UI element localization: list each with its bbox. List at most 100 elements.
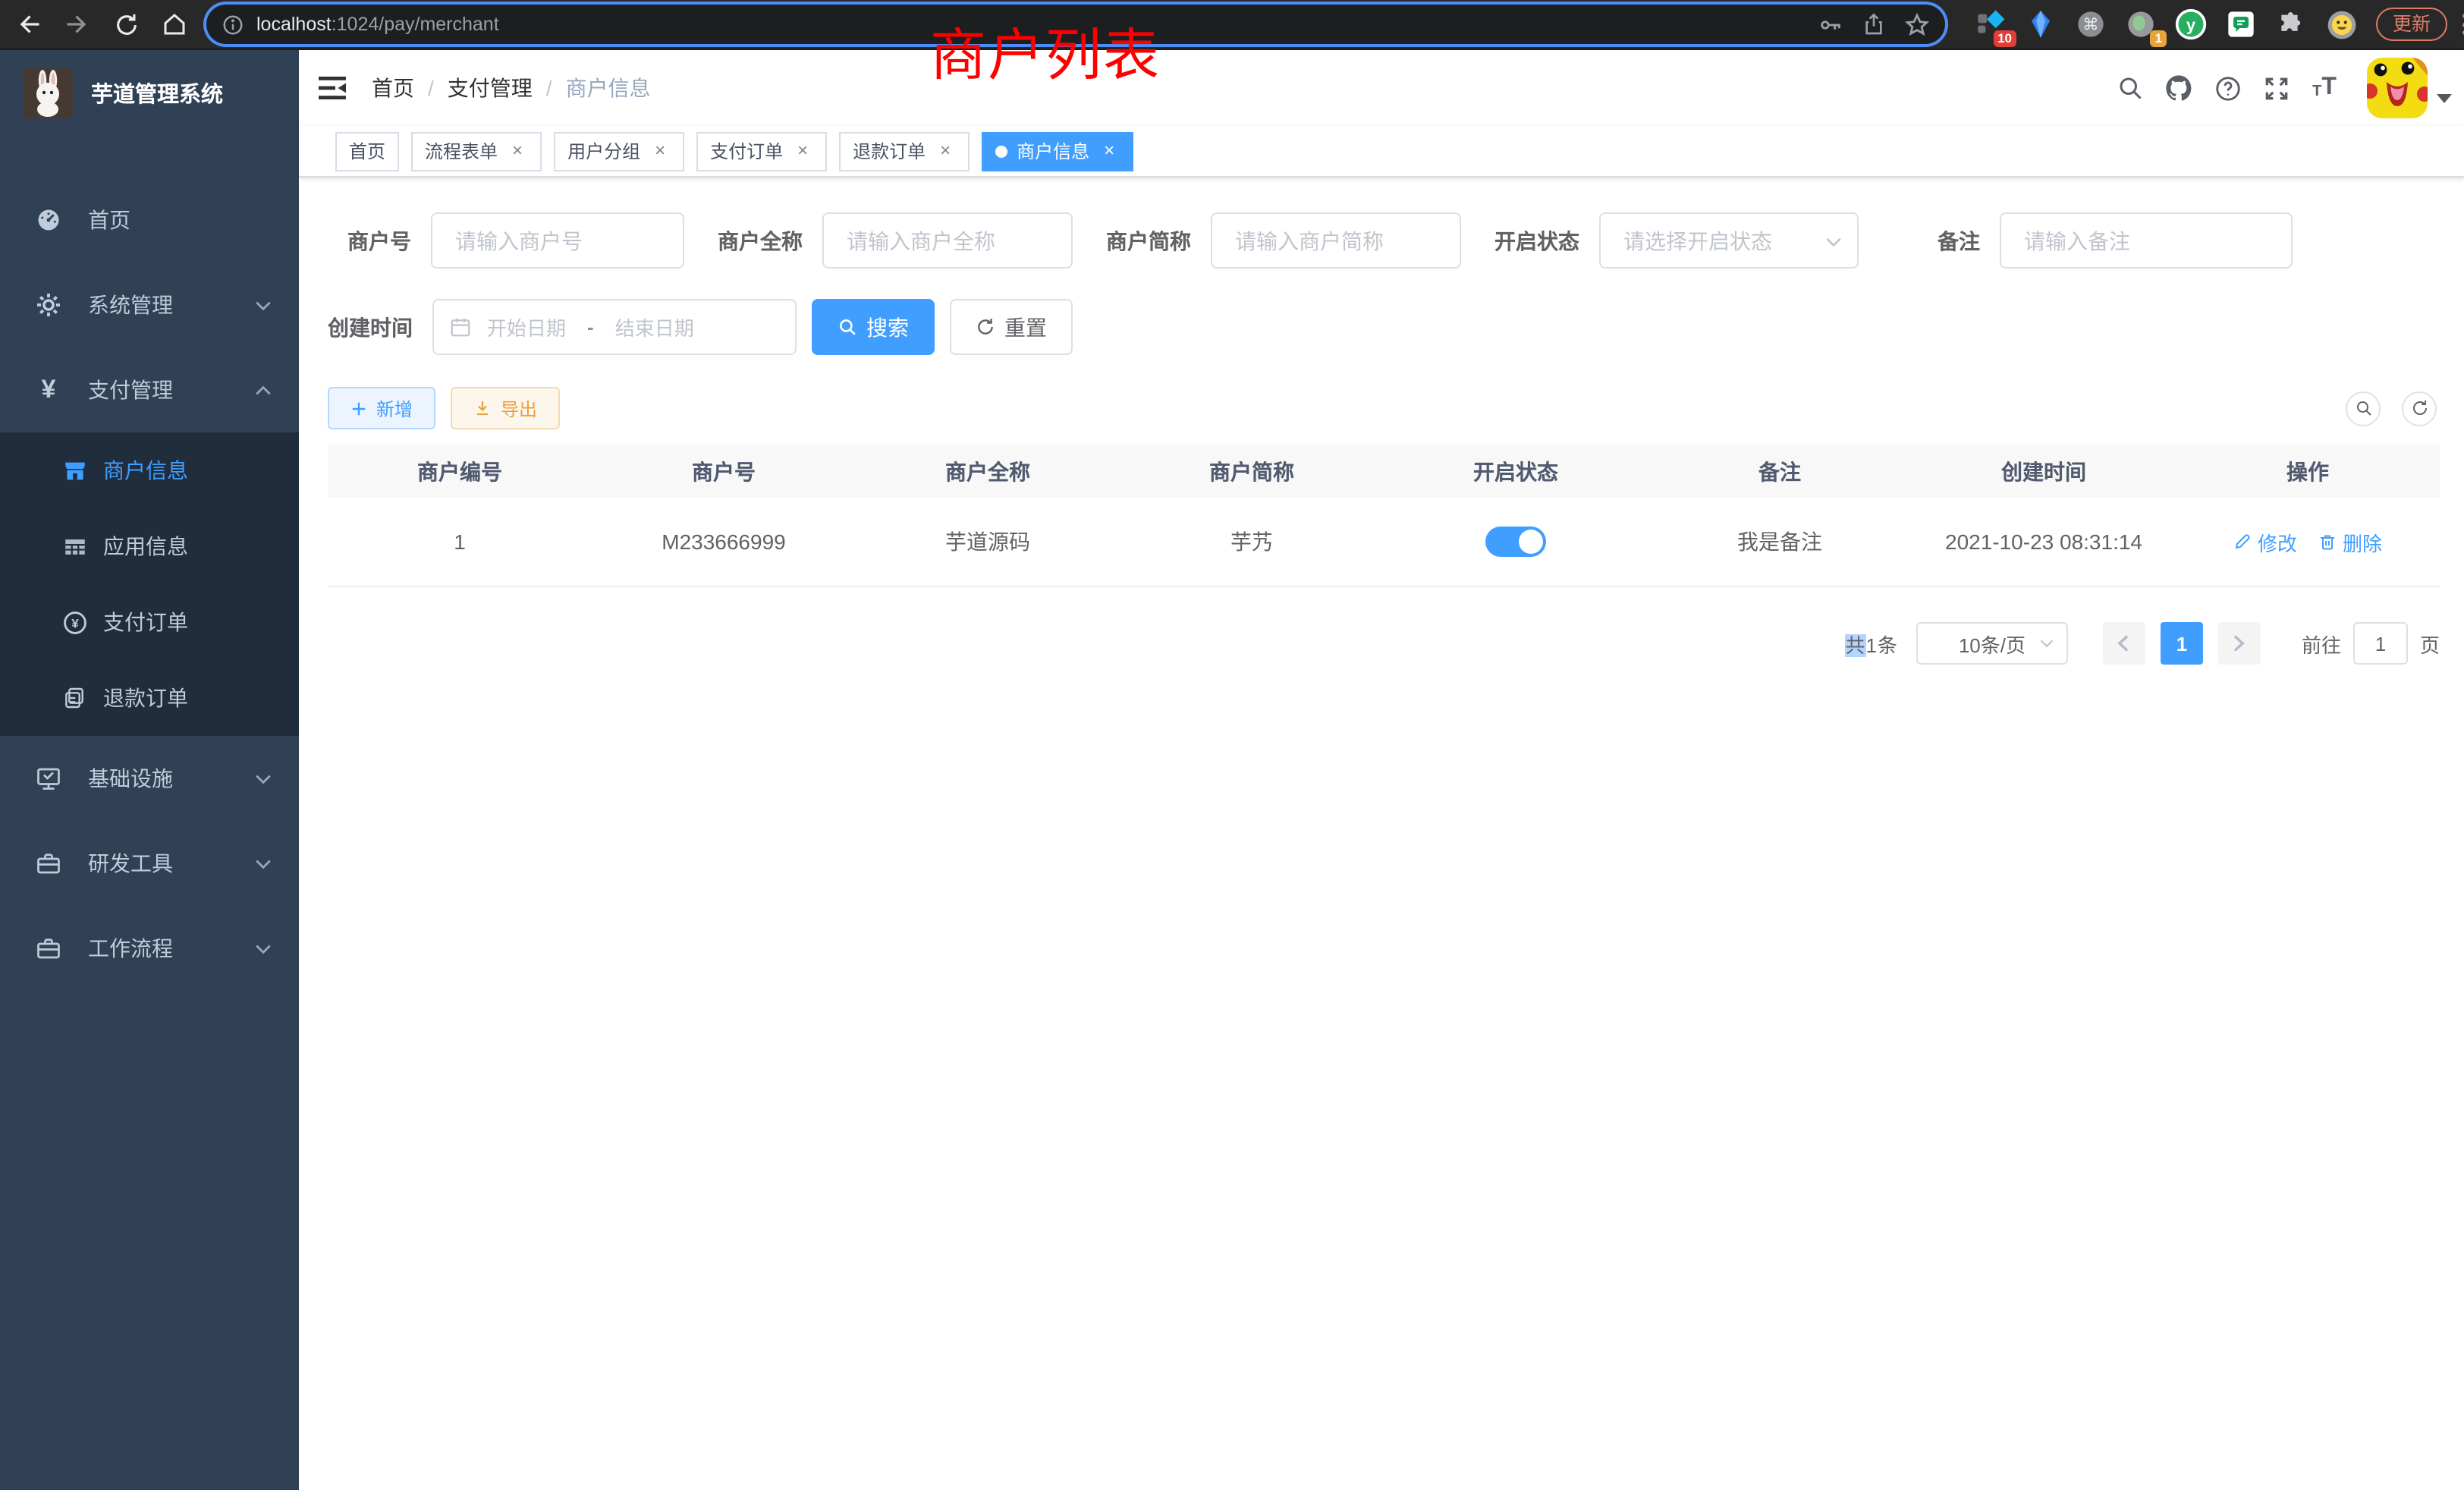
filter-row-2: 创建时间 开始日期 - 结束日期	[328, 299, 2440, 355]
reset-button[interactable]: 重置	[950, 299, 1073, 355]
site-info-icon[interactable]	[222, 13, 244, 36]
status-select[interactable]: 请选择开启状态	[1599, 212, 1859, 269]
create-time-label: 创建时间	[328, 312, 413, 342]
merchant-no-label: 商户号	[328, 225, 411, 256]
breadcrumb-payment[interactable]: 支付管理	[448, 73, 533, 103]
sidebar-item-home[interactable]: 首页	[0, 178, 299, 262]
delete-link[interactable]: 删除	[2318, 527, 2382, 556]
home-icon[interactable]	[155, 5, 194, 44]
close-icon[interactable]: ×	[507, 140, 528, 162]
reload-icon[interactable]	[106, 5, 146, 44]
create-time-range[interactable]: 开始日期 - 结束日期	[432, 299, 797, 355]
annotation-merchant-list: 商户列表	[930, 9, 1161, 91]
merchant-table: 商户编号 商户号 商户全称 商户简称 开启状态 备注 创建时间 操作 1 M23…	[328, 445, 2440, 587]
sidebar-item-label: 支付订单	[103, 607, 188, 637]
extension-sketch-icon[interactable]: 10	[1971, 5, 2010, 44]
close-icon[interactable]: ×	[935, 140, 956, 162]
sidebar-item-payment[interactable]: ¥ 支付管理	[0, 347, 299, 432]
extension-emoji-icon[interactable]	[2321, 5, 2361, 44]
svg-text:⌘: ⌘	[2082, 15, 2099, 34]
tab-home[interactable]: 首页	[335, 131, 399, 171]
cell-merchant-no: M233666999	[592, 498, 856, 586]
refresh-table-button[interactable]	[2402, 391, 2437, 426]
user-avatar[interactable]	[2367, 58, 2428, 118]
payment-submenu: 商户信息 应用信息 ¥ 支付订单	[0, 432, 299, 736]
sidebar-item-infrastructure[interactable]: 基础设施	[0, 736, 299, 821]
table-toolbar: 新增 导出	[328, 387, 2440, 429]
extension-gem-icon[interactable]	[2021, 5, 2060, 44]
active-dot	[995, 145, 1007, 157]
password-key-icon[interactable]	[1818, 11, 1843, 37]
breadcrumb-current: 商户信息	[566, 73, 651, 103]
sidebar-item-app-info[interactable]: 应用信息	[0, 508, 299, 584]
sidebar-item-dev-tools[interactable]: 研发工具	[0, 821, 299, 906]
extension-recorder-icon[interactable]: 1	[2121, 5, 2161, 44]
extension-chat-icon[interactable]	[2221, 5, 2261, 44]
full-name-input[interactable]	[822, 212, 1073, 269]
col-header: 创建时间	[1912, 445, 2176, 498]
remark-label: 备注	[1938, 225, 1980, 256]
extension-y-icon[interactable]: y	[2171, 5, 2211, 44]
tab-pay-order[interactable]: 支付订单×	[696, 131, 827, 171]
toolbox-icon	[30, 850, 67, 877]
close-icon[interactable]: ×	[1098, 140, 1120, 162]
app-logo-row[interactable]: 芋道管理系统	[0, 50, 299, 135]
close-icon[interactable]: ×	[792, 140, 813, 162]
sidebar-item-refund-order[interactable]: 退款订单	[0, 660, 299, 736]
hamburger-icon[interactable]	[299, 50, 363, 126]
cell-create-time: 2021-10-23 08:31:14	[1912, 498, 2176, 586]
font-size-icon[interactable]: TT	[2300, 50, 2349, 126]
tab-user-group[interactable]: 用户分组×	[554, 131, 684, 171]
sidebar-item-merchant-info[interactable]: 商户信息	[0, 432, 299, 508]
hide-search-button[interactable]	[2346, 391, 2381, 426]
close-icon[interactable]: ×	[649, 140, 671, 162]
navbar-actions: TT	[2106, 50, 2452, 126]
search-button[interactable]: 搜索	[812, 299, 935, 355]
cell-status	[1384, 498, 1648, 586]
sidebar-item-label: 研发工具	[88, 848, 173, 879]
chevron-down-icon	[1825, 236, 1842, 247]
fullscreen-icon[interactable]	[2252, 50, 2300, 126]
extension-command-icon[interactable]: ⌘	[2071, 5, 2110, 44]
tab-merchant-info[interactable]: 商户信息×	[982, 131, 1133, 171]
forward-icon[interactable]	[58, 5, 97, 44]
goto-page-input[interactable]	[2353, 622, 2408, 665]
end-date-placeholder: 结束日期	[615, 313, 694, 341]
share-icon[interactable]	[1862, 12, 1886, 36]
sidebar-item-label: 基础设施	[88, 763, 173, 794]
github-icon[interactable]	[2154, 50, 2203, 126]
sidebar-item-workflow[interactable]: 工作流程	[0, 906, 299, 991]
page-1-button[interactable]: 1	[2161, 622, 2203, 665]
help-icon[interactable]	[2203, 50, 2252, 126]
avatar-caret-icon[interactable]	[2437, 94, 2452, 103]
svg-text:y: y	[2186, 15, 2196, 34]
bookmark-star-icon[interactable]	[1904, 11, 1930, 37]
sidebar-item-label: 工作流程	[88, 933, 173, 963]
tab-refund-order[interactable]: 退款订单×	[839, 131, 970, 171]
browser-update-button[interactable]: 更新	[2376, 8, 2447, 41]
col-header: 开启状态	[1384, 445, 1648, 498]
col-header: 商户简称	[1120, 445, 1384, 498]
search-icon	[838, 317, 857, 337]
status-toggle[interactable]	[1485, 527, 1546, 557]
search-icon[interactable]	[2106, 50, 2154, 126]
page-content: 商户号 商户全称 商户简称 开启状态 请选择开启状态	[299, 178, 2464, 665]
breadcrumb-home[interactable]: 首页	[372, 73, 414, 103]
export-button[interactable]: 导出	[451, 387, 560, 429]
short-name-input[interactable]	[1211, 212, 1461, 269]
back-icon[interactable]	[9, 5, 49, 44]
sidebar-item-system[interactable]: 系统管理	[0, 262, 299, 347]
next-page-button[interactable]	[2218, 622, 2261, 665]
sidebar-item-pay-order[interactable]: ¥ 支付订单	[0, 584, 299, 660]
extensions-puzzle-icon[interactable]	[2271, 5, 2311, 44]
edit-link[interactable]: 修改	[2233, 527, 2297, 556]
sidebar-item-label: 退款订单	[103, 683, 188, 713]
merchant-no-input[interactable]	[431, 212, 684, 269]
add-button[interactable]: 新增	[328, 387, 435, 429]
status-label: 开启状态	[1494, 225, 1579, 256]
chevron-down-icon	[255, 300, 272, 311]
page-size-select[interactable]: 10条/页	[1916, 622, 2068, 665]
remark-input[interactable]	[2000, 212, 2293, 269]
tab-process-form[interactable]: 流程表单×	[411, 131, 542, 171]
prev-page-button[interactable]	[2103, 622, 2145, 665]
